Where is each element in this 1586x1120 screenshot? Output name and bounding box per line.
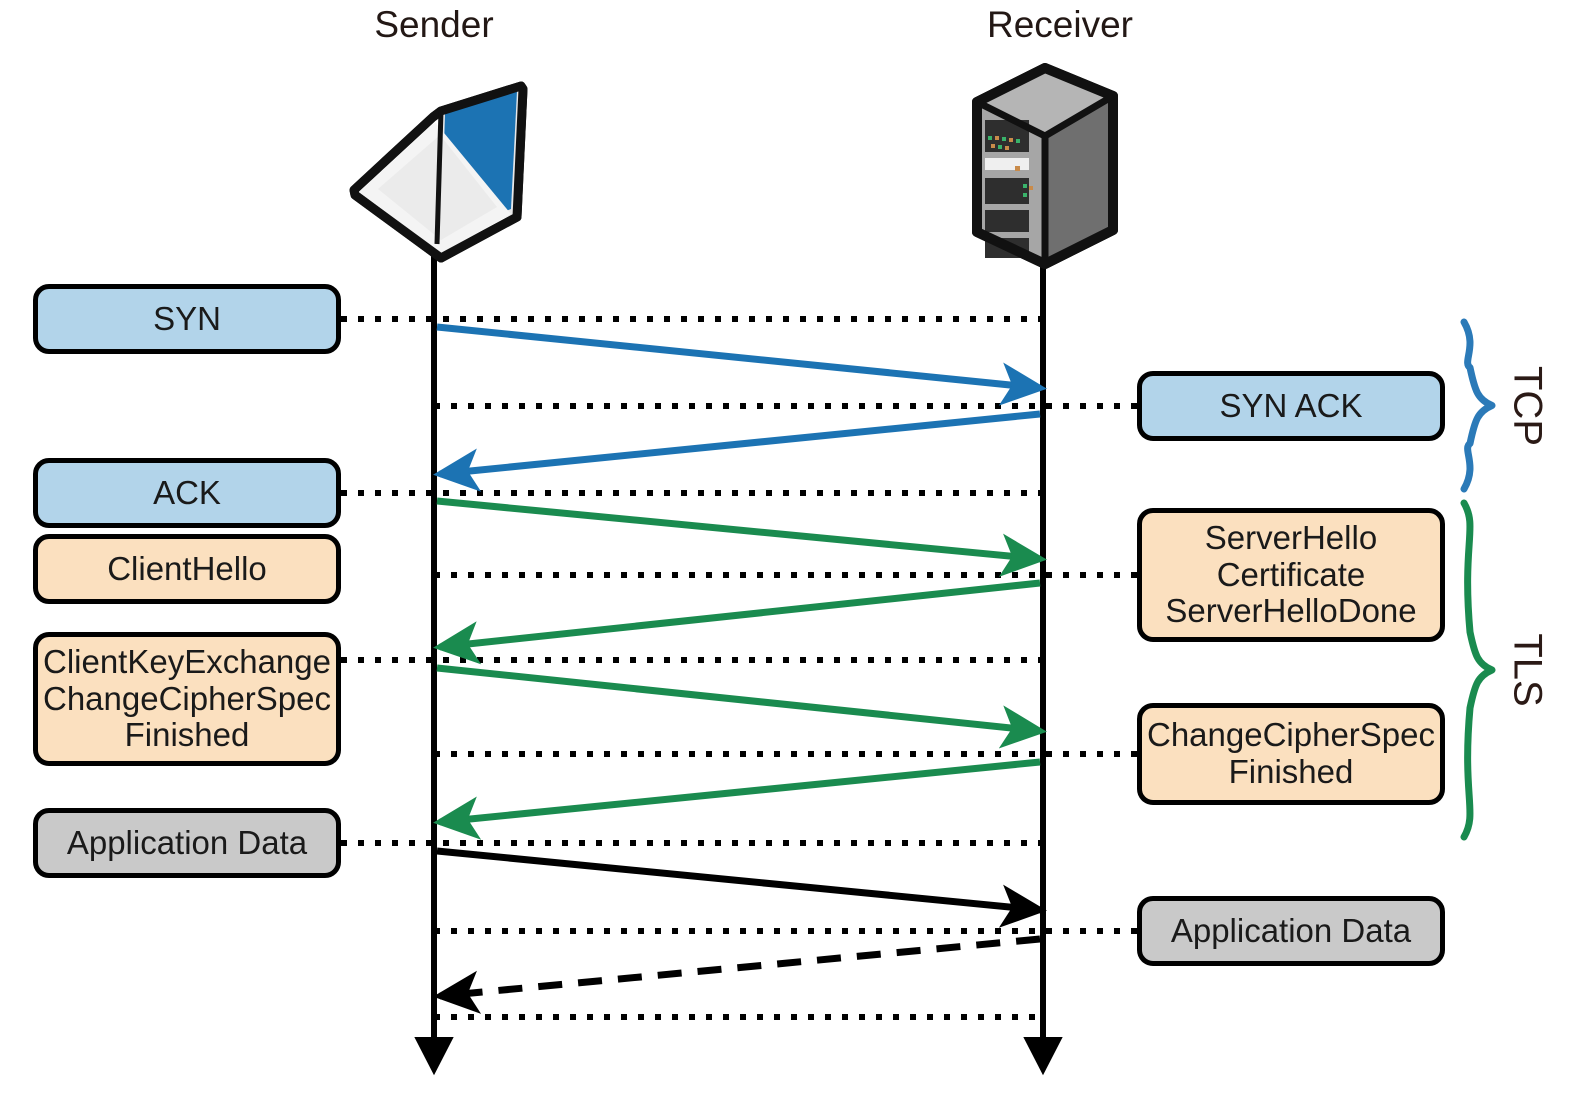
- message-box-serverhello[interactable]: ServerHello Certificate ServerHelloDone: [1137, 508, 1445, 642]
- message-box-label: ServerHello Certificate ServerHelloDone: [1165, 518, 1417, 630]
- message-box-label: SYN ACK: [1219, 386, 1363, 424]
- message-box-label: Application Data: [1170, 911, 1412, 949]
- message-arrows-group: [433, 323, 1047, 1014]
- arrow-clientkeyexchange: [436, 664, 1047, 749]
- protocol-braces-group: [1460, 318, 1496, 841]
- message-box-changecipherspec[interactable]: ChangeCipherSpec Finished: [1137, 703, 1445, 805]
- message-box-label: ClientHello: [107, 549, 267, 587]
- arrow-serverhello: [433, 579, 1041, 665]
- brace-tcp: [1460, 318, 1496, 493]
- message-box-synack[interactable]: SYN ACK: [1137, 371, 1445, 441]
- message-box-appdata-sender[interactable]: Application Data: [33, 808, 341, 878]
- arrow-changecipherspec: [433, 758, 1041, 840]
- arrow-syn: [436, 323, 1047, 406]
- message-box-clienthello[interactable]: ClientHello: [33, 534, 341, 604]
- message-box-clientkeyexchange[interactable]: ClientKeyExchange ChangeCipherSpec Finis…: [33, 632, 341, 766]
- arrow-appdata-sender: [436, 847, 1047, 928]
- message-box-appdata-receiver[interactable]: Application Data: [1137, 896, 1445, 966]
- message-box-label: ChangeCipherSpec Finished: [1146, 716, 1436, 790]
- sequence-diagram-canvas: Sender Receiver SYN ACK ClientHello ClientK…: [0, 0, 1586, 1120]
- brace-tls: [1460, 499, 1496, 841]
- message-box-label: ACK: [153, 473, 221, 511]
- message-box-syn[interactable]: SYN: [33, 284, 341, 354]
- arrow-appdata-receiver: [433, 935, 1041, 1014]
- arrow-synack: [433, 410, 1041, 492]
- brace-label-tcp: TCP: [1505, 366, 1550, 446]
- message-box-ack[interactable]: ACK: [33, 458, 341, 528]
- brace-label-tls: TLS: [1505, 633, 1550, 707]
- sender-title: Sender: [374, 4, 494, 45]
- message-box-label: ClientKeyExchange ChangeCipherSpec Finis…: [42, 642, 332, 754]
- receiver-title: Receiver: [987, 4, 1133, 45]
- arrow-clienthello: [436, 497, 1047, 577]
- server-icon: [972, 63, 1118, 269]
- message-box-label: SYN: [153, 299, 221, 337]
- laptop-icon: [349, 81, 528, 263]
- message-box-label: Application Data: [66, 823, 308, 861]
